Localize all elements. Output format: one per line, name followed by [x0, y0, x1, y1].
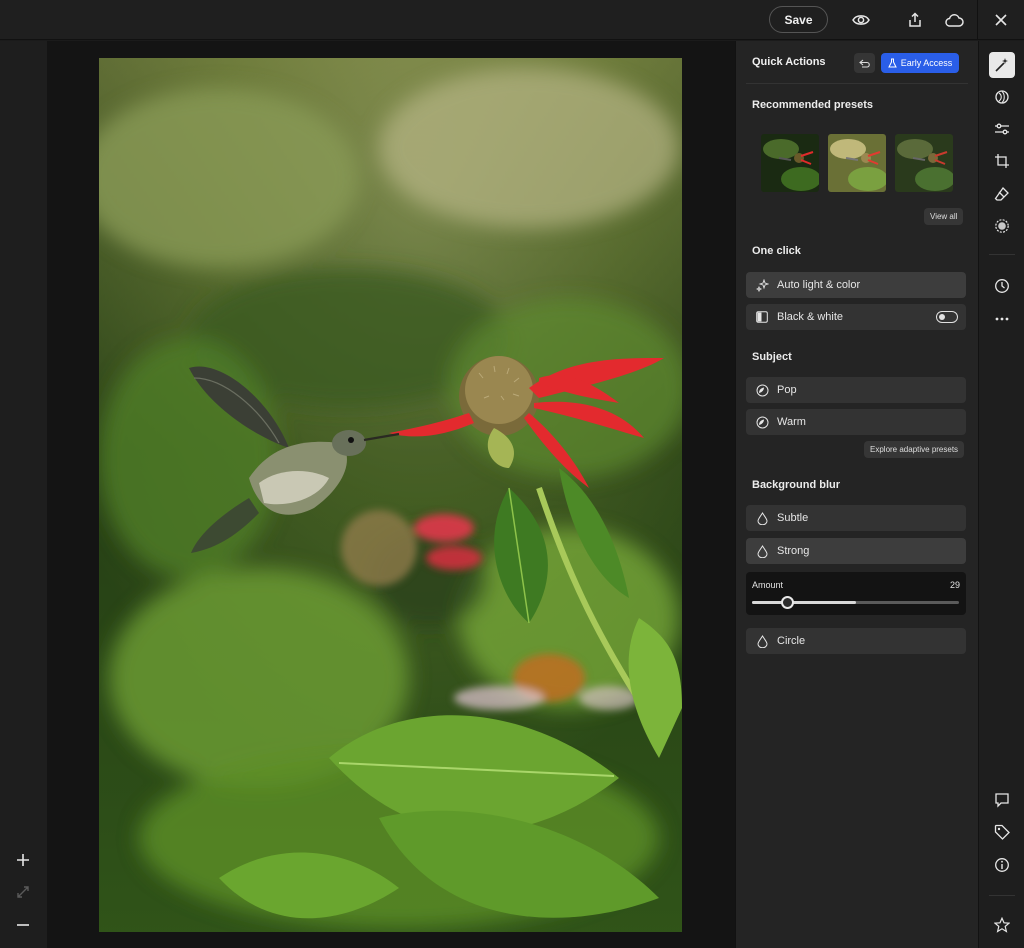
topbar-divider	[977, 0, 978, 40]
early-access-label: Early Access	[900, 58, 953, 68]
reset-button[interactable]	[854, 53, 875, 73]
amount-value: 29	[949, 580, 960, 590]
preset-thumbnail[interactable]	[761, 134, 819, 192]
info-icon[interactable]	[989, 852, 1015, 878]
subject-icon	[755, 415, 769, 429]
undo-icon	[859, 59, 870, 68]
pop-button[interactable]: Pop	[746, 377, 966, 403]
preset-thumbnail[interactable]	[895, 134, 953, 192]
top-bar: Save	[0, 0, 1024, 40]
amount-slider-fill	[752, 601, 856, 604]
tool-divider	[989, 895, 1015, 896]
black-white-button[interactable]: Black & white	[746, 304, 966, 330]
warm-button[interactable]: Warm	[746, 409, 966, 435]
auto-light-color-button[interactable]: Auto light & color	[746, 272, 966, 298]
circle-label: Circle	[777, 635, 806, 647]
amount-label: Amount	[752, 580, 784, 590]
subject-heading: Subject	[752, 351, 792, 363]
fit-screen-icon[interactable]	[12, 881, 34, 903]
pop-label: Pop	[777, 384, 797, 396]
share-icon[interactable]	[904, 9, 926, 31]
eraser-icon[interactable]	[989, 181, 1015, 207]
subtle-blur-button[interactable]: Subtle	[746, 505, 966, 531]
bw-square-icon	[755, 310, 769, 324]
magic-wand-icon[interactable]	[989, 52, 1015, 78]
sliders-icon[interactable]	[989, 116, 1015, 142]
mask-icon[interactable]	[989, 213, 1015, 239]
one-click-heading: One click	[752, 245, 801, 257]
zoom-out-icon[interactable]	[12, 914, 34, 936]
background-blur-heading: Background blur	[752, 479, 841, 491]
panel-divider	[746, 83, 968, 84]
photo-editor-app: Save Quick Actions Early Access Recommen…	[0, 0, 1024, 948]
cloud-icon[interactable]	[943, 9, 965, 31]
tool-rail	[978, 41, 1024, 948]
history-icon[interactable]	[989, 273, 1015, 299]
strong-label: Strong	[777, 545, 810, 557]
drop-icon	[755, 544, 769, 558]
auto-light-color-label: Auto light & color	[777, 279, 861, 291]
subject-icon	[755, 383, 769, 397]
amount-slider-handle[interactable]	[781, 596, 794, 609]
flask-icon	[887, 58, 897, 68]
circle-blur-button[interactable]: Circle	[746, 628, 966, 654]
star-icon[interactable]	[989, 912, 1015, 938]
recommended-presets-heading: Recommended presets	[752, 99, 874, 111]
hummingbird-photo[interactable]	[99, 58, 682, 932]
subtle-label: Subtle	[777, 512, 809, 524]
drop-icon	[755, 634, 769, 648]
left-zoom-rail	[0, 41, 47, 948]
presets-icon[interactable]	[989, 84, 1015, 110]
explore-adaptive-presets-button[interactable]: Explore adaptive presets	[864, 441, 965, 458]
tool-divider	[989, 254, 1015, 255]
amount-slider-track[interactable]	[752, 596, 959, 609]
drop-icon	[755, 511, 769, 525]
crop-icon[interactable]	[989, 148, 1015, 174]
black-white-label: Black & white	[777, 311, 844, 323]
panel-title: Quick Actions	[752, 56, 826, 68]
view-all-button[interactable]: View all	[924, 208, 964, 225]
warm-label: Warm	[777, 416, 806, 428]
strong-blur-button[interactable]: Strong	[746, 538, 966, 564]
comment-icon[interactable]	[989, 787, 1015, 813]
black-white-toggle[interactable]	[936, 311, 958, 323]
preset-thumbnail[interactable]	[828, 134, 886, 192]
toggle-knob	[939, 313, 945, 320]
more-icon[interactable]	[989, 306, 1015, 332]
tag-icon[interactable]	[989, 819, 1015, 845]
amount-slider-box: Amount 29	[746, 572, 966, 615]
save-button[interactable]: Save	[769, 6, 828, 33]
close-icon[interactable]	[990, 9, 1012, 31]
quick-actions-panel: Quick Actions Early Access Recommended p…	[735, 41, 978, 948]
sparkle-icon	[755, 278, 769, 292]
early-access-button[interactable]: Early Access	[881, 53, 959, 73]
eye-icon[interactable]	[850, 9, 872, 31]
zoom-in-icon[interactable]	[12, 849, 34, 871]
